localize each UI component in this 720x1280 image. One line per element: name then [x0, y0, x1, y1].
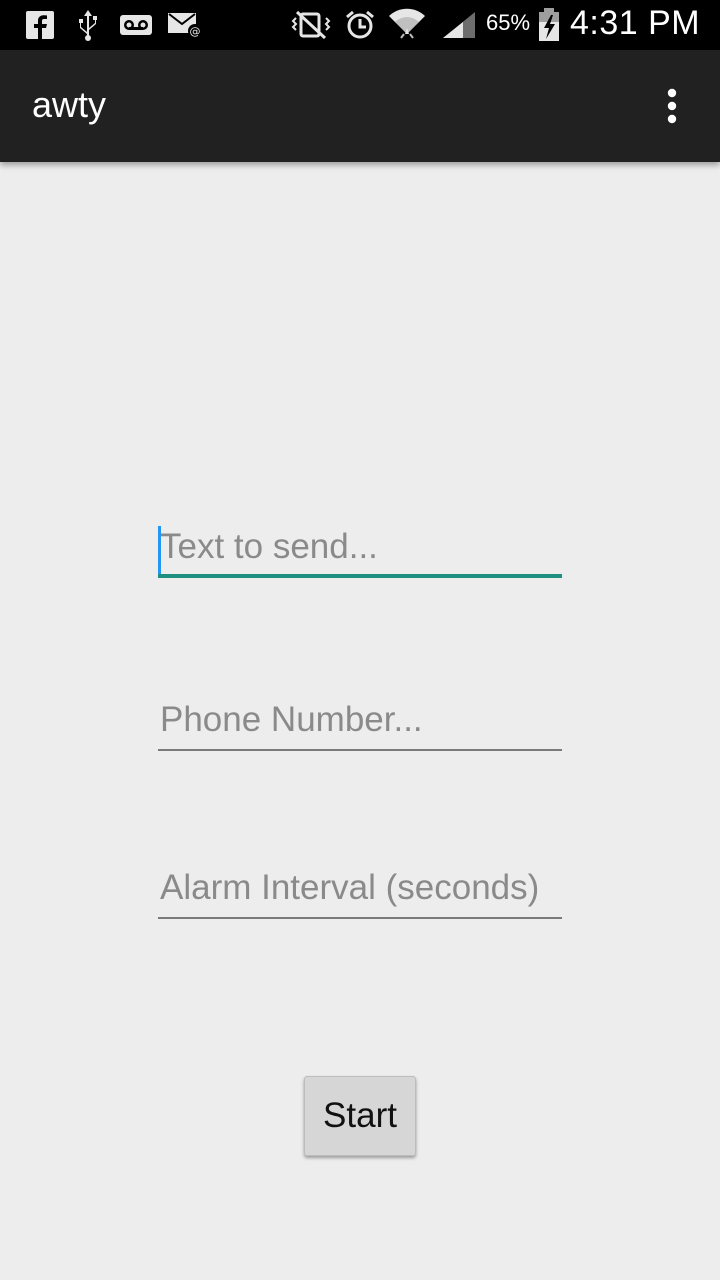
app-title: awty: [32, 84, 107, 125]
overflow-menu-button[interactable]: [650, 84, 694, 128]
overflow-menu-icon: [667, 88, 677, 124]
phone-number-input[interactable]: [158, 691, 564, 749]
signal-icon: [440, 8, 478, 42]
facebook-icon: [24, 8, 56, 42]
text-cursor: [158, 526, 161, 574]
text-to-send-input[interactable]: [158, 518, 564, 576]
battery-percent: 65%: [486, 10, 531, 35]
usb-icon: [74, 8, 102, 42]
start-button[interactable]: Start: [304, 1076, 416, 1156]
battery-charging-icon: [534, 8, 564, 42]
text-to-send-underline: [158, 574, 562, 578]
text-to-send-field[interactable]: [158, 518, 564, 578]
status-bar: @ 65% 4:31 PM: [0, 0, 720, 50]
alarm-interval-underline: [158, 917, 562, 919]
wifi-icon: [386, 8, 428, 42]
alarm-icon: [342, 8, 378, 42]
vibrate-mute-icon: [286, 8, 336, 42]
phone-number-field[interactable]: [158, 691, 564, 751]
action-bar: awty: [0, 50, 720, 162]
email-icon: @: [166, 8, 204, 42]
voicemail-icon: [118, 8, 154, 42]
clock: 4:31 PM: [570, 4, 701, 42]
svg-text:@: @: [190, 25, 201, 38]
alarm-interval-input[interactable]: [158, 859, 564, 917]
phone-number-underline: [158, 749, 562, 751]
alarm-interval-field[interactable]: [158, 859, 564, 919]
